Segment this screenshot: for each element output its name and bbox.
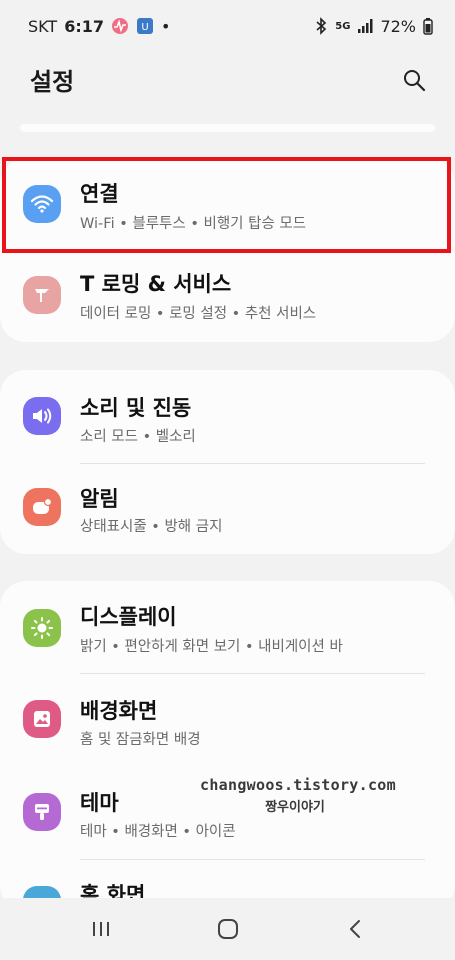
settings-item-t-roaming[interactable]: T 로밍 & 서비스 데이터 로밍 • 로밍 설정 • 추천 서비스 (0, 250, 455, 342)
back-icon (350, 920, 360, 938)
settings-item-subtitle: 테마 • 배경화면 • 아이콘 (80, 824, 236, 840)
settings-item-subtitle: 상태표시줄 • 방해 금지 (80, 519, 223, 535)
settings-item-sound[interactable]: 소리 및 진동 소리 모드 • 벨소리 (0, 370, 455, 462)
svg-text:U: U (141, 22, 148, 33)
settings-item-subtitle: 밝기 • 편안하게 화면 보기 • 내비게이션 바 (80, 639, 343, 655)
status-bar: SKT 6:17 U • 5G 72% (0, 0, 455, 52)
watermark: changwoos.tistory.com 짱우이야기 (200, 776, 396, 815)
settings-item-display[interactable]: 디스플레이 밝기 • 편안하게 화면 보기 • 내비게이션 바 (0, 581, 455, 673)
home-button[interactable] (213, 914, 243, 944)
account-card-partial (20, 124, 435, 132)
signal-icon (357, 18, 373, 34)
settings-item-title: 알림 (80, 487, 119, 511)
t-roaming-icon (23, 276, 61, 314)
status-bar-left: SKT 6:17 U • (28, 17, 170, 36)
settings-item-title: T 로밍 & 서비스 (80, 272, 232, 296)
app-notification-icon (111, 17, 129, 35)
brush-icon (23, 793, 61, 831)
search-button[interactable] (400, 66, 428, 94)
image-icon (23, 700, 61, 738)
recents-button[interactable] (86, 914, 116, 944)
settings-item-notifications[interactable]: 알림 상태표시줄 • 방해 금지 (0, 463, 455, 555)
settings-item-title: 테마 (80, 791, 119, 815)
settings-group-sound: 소리 및 진동 소리 모드 • 벨소리 알림 상태표시줄 • 방해 금지 (0, 370, 455, 554)
notification-icon (23, 488, 61, 526)
network-type: 5G (335, 20, 351, 32)
clock: 6:17 (64, 16, 104, 36)
battery-icon (423, 17, 433, 35)
back-button[interactable] (340, 914, 370, 944)
battery-level: 72% (380, 16, 416, 36)
settings-group-display: 디스플레이 밝기 • 편안하게 화면 보기 • 내비게이션 바 배경화면 홈 및… (0, 581, 455, 924)
settings-item-title: 디스플레이 (80, 605, 177, 629)
settings-item-title: 소리 및 진동 (80, 396, 192, 420)
settings-item-wallpaper[interactable]: 배경화면 홈 및 잠금화면 배경 (0, 673, 455, 765)
page-title: 설정 (30, 68, 75, 96)
settings-item-subtitle: 소리 모드 • 벨소리 (80, 429, 196, 445)
settings-item-title: 배경화면 (80, 699, 158, 723)
header: 설정 (0, 52, 455, 108)
navigation-bar (0, 898, 455, 960)
watermark-url: changwoos.tistory.com (200, 776, 396, 794)
sim-icon: U (136, 17, 154, 35)
search-icon (404, 70, 426, 92)
settings-item-subtitle: 홈 및 잠금화면 배경 (80, 732, 201, 748)
carrier-label: SKT (28, 16, 58, 36)
highlight-box (2, 157, 451, 253)
watermark-name: 짱우이야기 (265, 800, 325, 815)
speaker-icon (23, 397, 61, 435)
recents-icon (93, 922, 109, 936)
home-icon (218, 919, 238, 939)
status-bar-right: 5G 72% (314, 17, 433, 36)
notification-dot: • (160, 16, 171, 36)
settings-item-subtitle: 데이터 로밍 • 로밍 설정 • 추천 서비스 (80, 306, 317, 322)
bluetooth-icon (314, 17, 328, 35)
sun-icon (23, 609, 61, 647)
